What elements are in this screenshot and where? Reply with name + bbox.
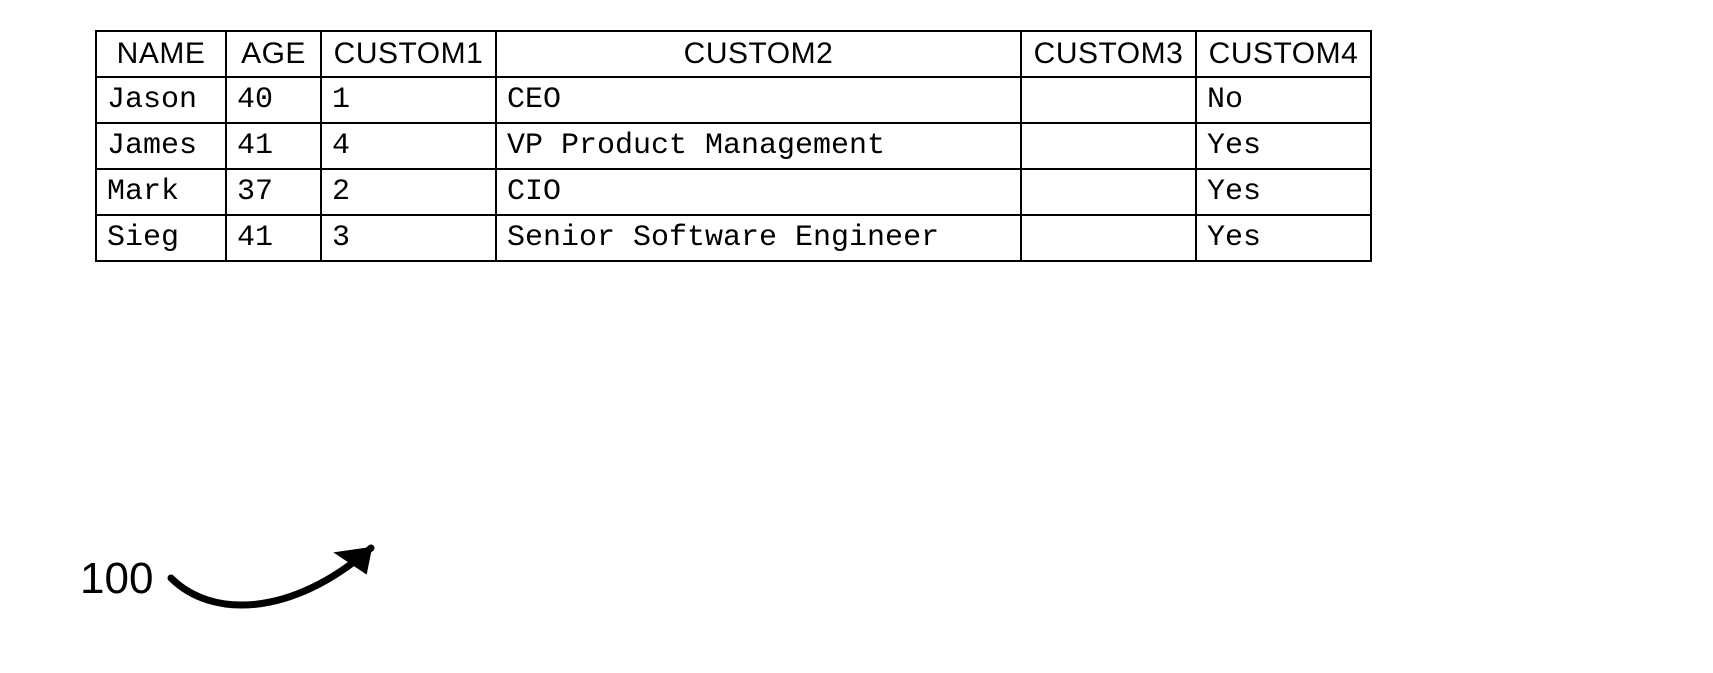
cell-name: Sieg — [96, 215, 226, 261]
cell-age: 40 — [226, 77, 321, 123]
cell-custom1: 1 — [321, 77, 496, 123]
reference-arrow-icon — [161, 518, 421, 628]
cell-custom2: VP Product Management — [496, 123, 1021, 169]
table-row: James 41 4 VP Product Management Yes — [96, 123, 1371, 169]
cell-age: 41 — [226, 215, 321, 261]
cell-custom1: 3 — [321, 215, 496, 261]
cell-custom1: 4 — [321, 123, 496, 169]
cell-custom4: No — [1196, 77, 1371, 123]
figure-reference-label: 100 — [80, 530, 421, 628]
col-header-age: AGE — [226, 31, 321, 77]
cell-custom2: CIO — [496, 169, 1021, 215]
cell-custom3 — [1021, 169, 1196, 215]
table-row: Sieg 41 3 Senior Software Engineer Yes — [96, 215, 1371, 261]
col-header-custom4: CUSTOM4 — [1196, 31, 1371, 77]
cell-name: James — [96, 123, 226, 169]
cell-age: 37 — [226, 169, 321, 215]
cell-custom2: Senior Software Engineer — [496, 215, 1021, 261]
cell-custom4: Yes — [1196, 215, 1371, 261]
col-header-custom1: CUSTOM1 — [321, 31, 496, 77]
col-header-name: NAME — [96, 31, 226, 77]
col-header-custom3: CUSTOM3 — [1021, 31, 1196, 77]
data-table-container: NAME AGE CUSTOM1 CUSTOM2 CUSTOM3 CUSTOM4… — [95, 30, 1372, 262]
cell-custom3 — [1021, 215, 1196, 261]
data-table: NAME AGE CUSTOM1 CUSTOM2 CUSTOM3 CUSTOM4… — [95, 30, 1372, 262]
page: NAME AGE CUSTOM1 CUSTOM2 CUSTOM3 CUSTOM4… — [0, 0, 1713, 673]
cell-custom4: Yes — [1196, 169, 1371, 215]
table-header-row: NAME AGE CUSTOM1 CUSTOM2 CUSTOM3 CUSTOM4 — [96, 31, 1371, 77]
cell-custom4: Yes — [1196, 123, 1371, 169]
cell-age: 41 — [226, 123, 321, 169]
cell-custom2: CEO — [496, 77, 1021, 123]
cell-name: Jason — [96, 77, 226, 123]
cell-custom1: 2 — [321, 169, 496, 215]
cell-custom3 — [1021, 123, 1196, 169]
col-header-custom2: CUSTOM2 — [496, 31, 1021, 77]
cell-name: Mark — [96, 169, 226, 215]
table-row: Jason 40 1 CEO No — [96, 77, 1371, 123]
cell-custom3 — [1021, 77, 1196, 123]
table-row: Mark 37 2 CIO Yes — [96, 169, 1371, 215]
reference-number: 100 — [80, 554, 153, 604]
